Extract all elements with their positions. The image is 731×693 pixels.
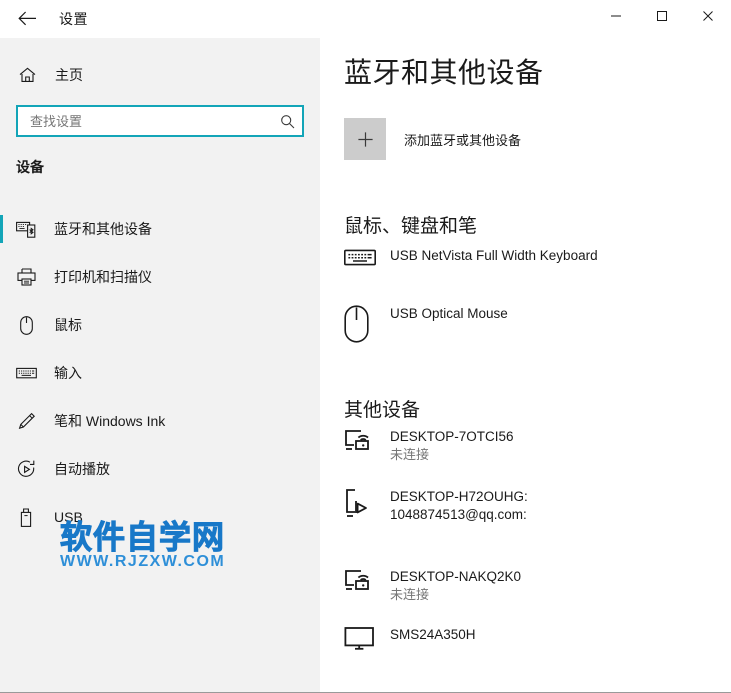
sidebar-item-label: USB [54, 509, 83, 525]
sidebar-heading: 设备 [16, 157, 44, 177]
search-input[interactable] [18, 107, 272, 135]
device-name: USB Optical Mouse [390, 306, 508, 321]
selection-indicator [0, 359, 3, 387]
selection-indicator [0, 311, 3, 339]
device-info: DESKTOP-NAKQ2K0 未连接 [390, 568, 521, 604]
home-icon [16, 67, 38, 83]
settings-window: 设置 [0, 0, 731, 693]
sidebar-item-label: 自动播放 [54, 459, 110, 479]
device-info: DESKTOP-H72OUHG: 1048874513@qq.com: [390, 488, 528, 524]
section-title-mouse-keyboard-pen: 鼠标、键盘和笔 [344, 211, 477, 238]
title-bar: 设置 [0, 0, 731, 38]
device-name: USB NetVista Full Width Keyboard [390, 248, 598, 263]
sidebar-item-label: 输入 [54, 363, 82, 383]
device-info: SMS24A350H [390, 626, 476, 644]
sidebar-item-label: 笔和 Windows Ink [54, 411, 165, 431]
sidebar-item-label: 打印机和扫描仪 [54, 267, 152, 287]
autoplay-icon [14, 460, 38, 479]
sidebar-item-pen-windows-ink[interactable]: 笔和 Windows Ink [0, 397, 320, 445]
mouse-icon [14, 316, 38, 335]
sidebar-item-typing[interactable]: 输入 [0, 349, 320, 397]
page-title: 蓝牙和其他设备 [344, 51, 544, 91]
device-status: 未连接 [390, 447, 429, 462]
sidebar-item-mouse[interactable]: 鼠标 [0, 301, 320, 349]
device-row-desktop-nakq2k0[interactable]: DESKTOP-NAKQ2K0 未连接 [344, 568, 521, 604]
sidebar-nav: 蓝牙和其他设备 打印机和扫描仪 [0, 205, 320, 541]
sidebar-item-home[interactable]: 主页 [0, 57, 320, 93]
device-info: DESKTOP-7OTCI56 未连接 [390, 428, 514, 464]
keyboard-icon [14, 366, 38, 380]
monitor-icon [344, 626, 380, 651]
back-button[interactable] [8, 2, 46, 34]
sidebar: 主页 设备 [0, 0, 320, 692]
sidebar-item-usb[interactable]: USB [0, 493, 320, 541]
minimize-button[interactable] [593, 0, 639, 31]
project-device-icon [344, 488, 380, 520]
device-row-desktop-h72ouhg[interactable]: DESKTOP-H72OUHG: 1048874513@qq.com: [344, 488, 528, 524]
sidebar-item-bluetooth-devices[interactable]: 蓝牙和其他设备 [0, 205, 320, 253]
wireless-display-icon [344, 568, 380, 593]
selection-indicator [0, 263, 3, 291]
usb-icon [14, 508, 38, 527]
device-name: DESKTOP-7OTCI56 [390, 429, 514, 444]
window-controls [593, 0, 731, 31]
printer-icon [14, 268, 38, 286]
device-row-usb-keyboard[interactable]: USB NetVista Full Width Keyboard [344, 247, 598, 268]
wireless-display-icon [344, 428, 380, 453]
search-icon[interactable] [272, 114, 302, 129]
main-content: 蓝牙和其他设备 添加蓝牙或其他设备 鼠标、键盘和笔 USB NetVista F… [320, 0, 731, 692]
device-row-desktop-7otci56[interactable]: DESKTOP-7OTCI56 未连接 [344, 428, 514, 464]
sidebar-item-printers[interactable]: 打印机和扫描仪 [0, 253, 320, 301]
device-name: DESKTOP-NAKQ2K0 [390, 569, 521, 584]
device-name: SMS24A350H [390, 627, 476, 642]
selection-indicator [0, 455, 3, 483]
device-info: USB NetVista Full Width Keyboard [390, 247, 598, 265]
add-device-label: 添加蓝牙或其他设备 [404, 130, 521, 149]
mouse-icon [344, 305, 380, 343]
sidebar-item-label: 鼠标 [54, 315, 82, 335]
selection-indicator [0, 503, 3, 531]
device-info: USB Optical Mouse [390, 305, 508, 323]
plus-icon [344, 118, 386, 160]
add-device-button[interactable]: 添加蓝牙或其他设备 [344, 118, 521, 160]
keyboard-icon [344, 247, 380, 268]
device-row-sms24a350h[interactable]: SMS24A350H [344, 626, 476, 651]
app-title: 设置 [59, 9, 88, 29]
bluetooth-devices-icon [14, 220, 38, 238]
sidebar-item-autoplay[interactable]: 自动播放 [0, 445, 320, 493]
device-row-usb-mouse[interactable]: USB Optical Mouse [344, 305, 508, 343]
maximize-button[interactable] [639, 0, 685, 31]
sidebar-home-label: 主页 [55, 65, 83, 85]
search-box[interactable] [16, 105, 304, 137]
selection-indicator [0, 407, 3, 435]
selection-indicator [0, 215, 3, 243]
sidebar-item-label: 蓝牙和其他设备 [54, 219, 152, 239]
device-name-secondary: 1048874513@qq.com: [390, 507, 527, 522]
device-status: 未连接 [390, 587, 429, 602]
device-name: DESKTOP-H72OUHG: [390, 489, 528, 504]
close-button[interactable] [685, 0, 731, 31]
pen-icon [14, 412, 38, 431]
section-title-other-devices: 其他设备 [344, 395, 420, 422]
